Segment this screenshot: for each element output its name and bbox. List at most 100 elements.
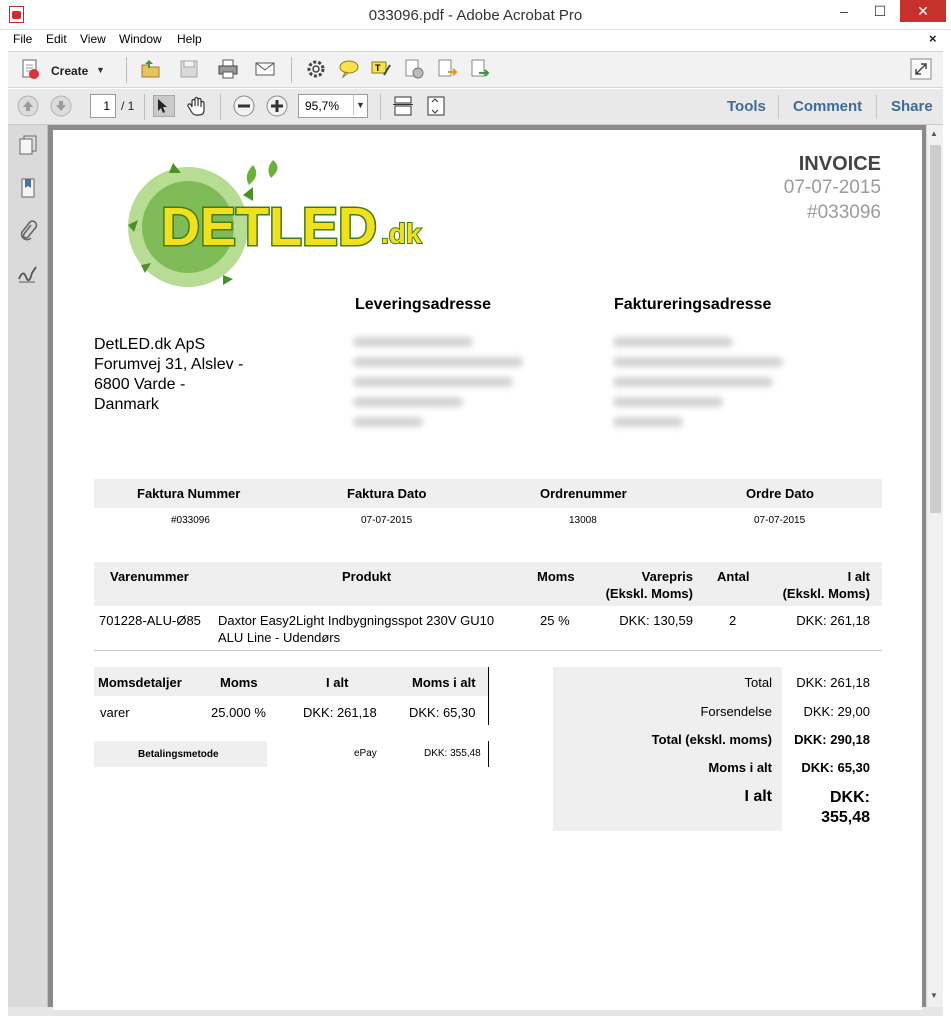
items-header-total-line1: I alt xyxy=(847,569,870,584)
items-header-price-line2: (Ekskl. Moms) xyxy=(605,586,693,601)
fit-page-icon[interactable] xyxy=(425,95,447,117)
email-icon[interactable] xyxy=(254,58,276,80)
meta-header-order-number: Ordrenummer xyxy=(540,486,627,501)
maximize-button[interactable]: ☐ xyxy=(866,0,894,22)
next-page-icon[interactable] xyxy=(50,95,72,117)
meta-invoice-date: 07-07-2015 xyxy=(361,515,413,526)
vat-header-vat-total: Moms i alt xyxy=(412,675,476,690)
scroll-up-arrow-icon[interactable]: ▲ xyxy=(930,129,938,138)
chevron-down-icon: ▼ xyxy=(96,65,105,75)
toolbar-separator xyxy=(291,57,292,83)
tools-pane-link[interactable]: Tools xyxy=(727,98,766,115)
scrolling-mode-icon[interactable] xyxy=(392,95,414,117)
grand-total-value: DKK: 355,48 xyxy=(821,788,870,828)
menu-window[interactable]: Window xyxy=(119,32,162,46)
zoom-in-icon[interactable] xyxy=(266,95,288,117)
zoom-out-icon[interactable] xyxy=(233,95,255,117)
minimize-button[interactable]: – xyxy=(830,0,858,22)
shipping-label: Forsendelse xyxy=(700,704,772,719)
save-icon[interactable] xyxy=(178,58,200,80)
item-sku: 701228-ALU-Ø85 xyxy=(99,613,201,628)
vat-row-category: varer xyxy=(100,705,130,720)
navigation-toolbar: 1 / 1 95,7% ▼ Tools Comment Share xyxy=(8,89,943,125)
seller-address: DetLED.dk ApS Forumvej 31, Alslev - 6800… xyxy=(94,335,243,415)
svg-text:T: T xyxy=(375,63,381,73)
vat-total-value: DKK: 65,30 xyxy=(801,760,870,775)
item-total: DKK: 261,18 xyxy=(796,613,870,628)
item-product: Daxtor Easy2Light Indbygningsspot 230V G… xyxy=(218,612,494,646)
meta-invoice-number: #033096 xyxy=(171,515,210,526)
item-price: DKK: 130,59 xyxy=(619,613,693,628)
vertical-scrollbar[interactable]: ▲ ▼ xyxy=(926,125,943,1007)
menu-view[interactable]: View xyxy=(80,32,106,46)
pane-separator xyxy=(876,95,877,119)
delivery-address-heading: Leveringsadresse xyxy=(355,296,492,313)
seller-line: Forumvej 31, Alslev - xyxy=(94,356,244,373)
meta-order-date: 07-07-2015 xyxy=(754,515,806,526)
payment-method: ePay xyxy=(354,748,377,759)
vat-header-details: Momsdetaljer xyxy=(98,675,182,690)
navigation-pane xyxy=(8,125,48,1007)
items-header-total-line2: (Ekskl. Moms) xyxy=(782,586,870,601)
open-folder-icon[interactable] xyxy=(140,58,162,80)
vat-header-rate: Moms xyxy=(220,675,258,690)
items-header-sku: Varenummer xyxy=(110,569,189,584)
grand-total-value-line2: 355,48 xyxy=(821,809,870,826)
fullscreen-icon[interactable] xyxy=(910,58,932,80)
items-divider xyxy=(94,650,882,651)
highlight-text-icon[interactable]: T xyxy=(370,58,392,80)
detled-logo: DETLED .dk xyxy=(128,160,423,287)
send-for-signature-icon[interactable] xyxy=(436,58,458,80)
page-thumbnails-icon[interactable] xyxy=(17,134,39,156)
invoice-title: INVOICE xyxy=(798,153,881,175)
vat-row-vat-total: DKK: 65,30 xyxy=(409,705,476,720)
invoice-number: #033096 xyxy=(807,202,881,223)
menu-help[interactable]: Help xyxy=(177,32,202,46)
zoom-dropdown-chevron-icon[interactable]: ▼ xyxy=(353,95,367,115)
menu-file[interactable]: File xyxy=(13,32,32,46)
total-value: DKK: 261,18 xyxy=(796,675,870,690)
logo-suffix: .dk xyxy=(381,218,422,249)
comment-pane-link[interactable]: Comment xyxy=(793,98,862,115)
toolbar-separator xyxy=(380,94,381,120)
comment-bubble-icon[interactable] xyxy=(338,58,360,80)
meta-header-invoice-date: Faktura Dato xyxy=(347,486,427,501)
logo-wordmark: DETLED xyxy=(161,197,377,257)
gear-icon[interactable] xyxy=(305,58,327,80)
meta-order-number: 13008 xyxy=(569,515,597,526)
close-button[interactable]: ✕ xyxy=(900,0,946,22)
items-header-band xyxy=(94,562,882,606)
grand-total-label: I alt xyxy=(744,788,772,805)
grand-total-value-line1: DKK: xyxy=(830,789,870,806)
pane-separator xyxy=(778,95,779,119)
totals-label-band xyxy=(553,667,782,831)
bookmarks-icon[interactable] xyxy=(17,177,39,199)
page-count: / 1 xyxy=(121,99,135,113)
document-close-icon[interactable]: × xyxy=(929,31,937,46)
vat-row-total: DKK: 261,18 xyxy=(303,705,377,720)
menu-edit[interactable]: Edit xyxy=(46,32,67,46)
vat-total-label: Moms i alt xyxy=(708,760,772,775)
payment-method-label: Betalingsmetode xyxy=(138,749,219,760)
print-icon[interactable] xyxy=(217,58,239,80)
item-product-line2: ALU Line - Udendørs xyxy=(218,630,341,645)
share-pane-link[interactable]: Share xyxy=(891,98,933,115)
attachments-paperclip-icon[interactable] xyxy=(17,220,39,242)
track-icon[interactable] xyxy=(469,58,491,80)
previous-page-icon[interactable] xyxy=(17,95,39,117)
billing-address-heading: Faktureringsadresse xyxy=(614,296,772,313)
scrollbar-thumb[interactable] xyxy=(930,145,941,513)
hand-tool-icon[interactable] xyxy=(186,95,208,117)
signatures-icon[interactable] xyxy=(17,263,39,285)
page-number-input[interactable]: 1 xyxy=(90,94,116,118)
scroll-down-arrow-icon[interactable]: ▼ xyxy=(930,991,938,1000)
sign-document-icon[interactable] xyxy=(403,58,425,80)
items-header-vat: Moms xyxy=(537,569,575,584)
items-header-total: I alt (Ekskl. Moms) xyxy=(783,569,870,601)
total-label: Total xyxy=(744,675,772,690)
invoice-date: 07-07-2015 xyxy=(783,177,881,198)
select-cursor-icon[interactable] xyxy=(153,95,175,117)
total-excl-vat-value: DKK: 290,18 xyxy=(794,732,870,747)
seller-line: Danmark xyxy=(94,396,159,413)
shipping-value: DKK: 29,00 xyxy=(803,704,871,719)
